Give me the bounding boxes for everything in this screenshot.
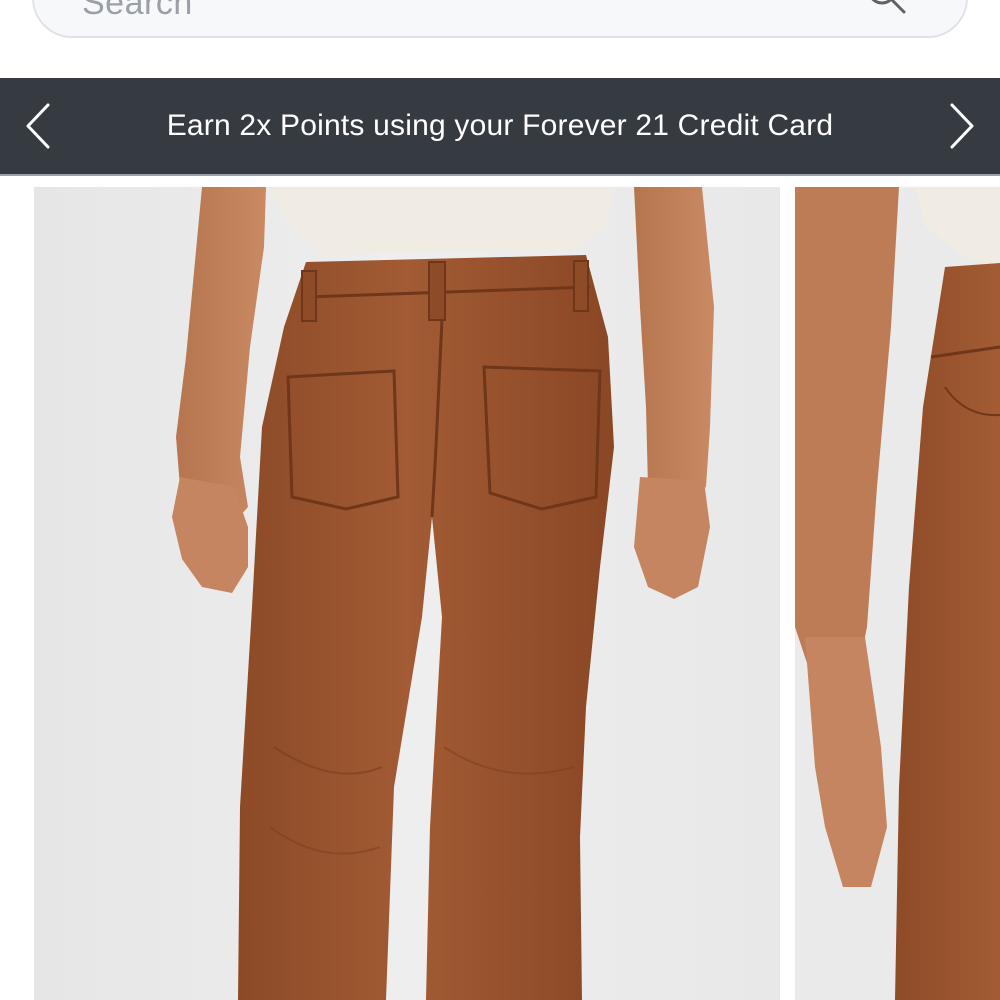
product-image-next[interactable]	[795, 187, 1000, 1000]
search-bar[interactable]: Search	[32, 0, 968, 38]
promo-next-button[interactable]	[926, 78, 996, 174]
promo-text[interactable]: Earn 2x Points using your Forever 21 Cre…	[0, 78, 1000, 174]
product-image-main[interactable]	[34, 187, 780, 1000]
product-photo-back-view	[34, 187, 780, 1000]
search-icon[interactable]	[862, 0, 910, 28]
product-page: Search Earn 2x Points using your Forever…	[0, 0, 1000, 1000]
search-input[interactable]: Search	[82, 0, 193, 23]
product-image-carousel[interactable]	[0, 187, 1000, 1000]
promo-banner: Earn 2x Points using your Forever 21 Cre…	[0, 78, 1000, 176]
product-photo-side-view	[795, 187, 1000, 1000]
chevron-right-icon	[950, 103, 974, 149]
